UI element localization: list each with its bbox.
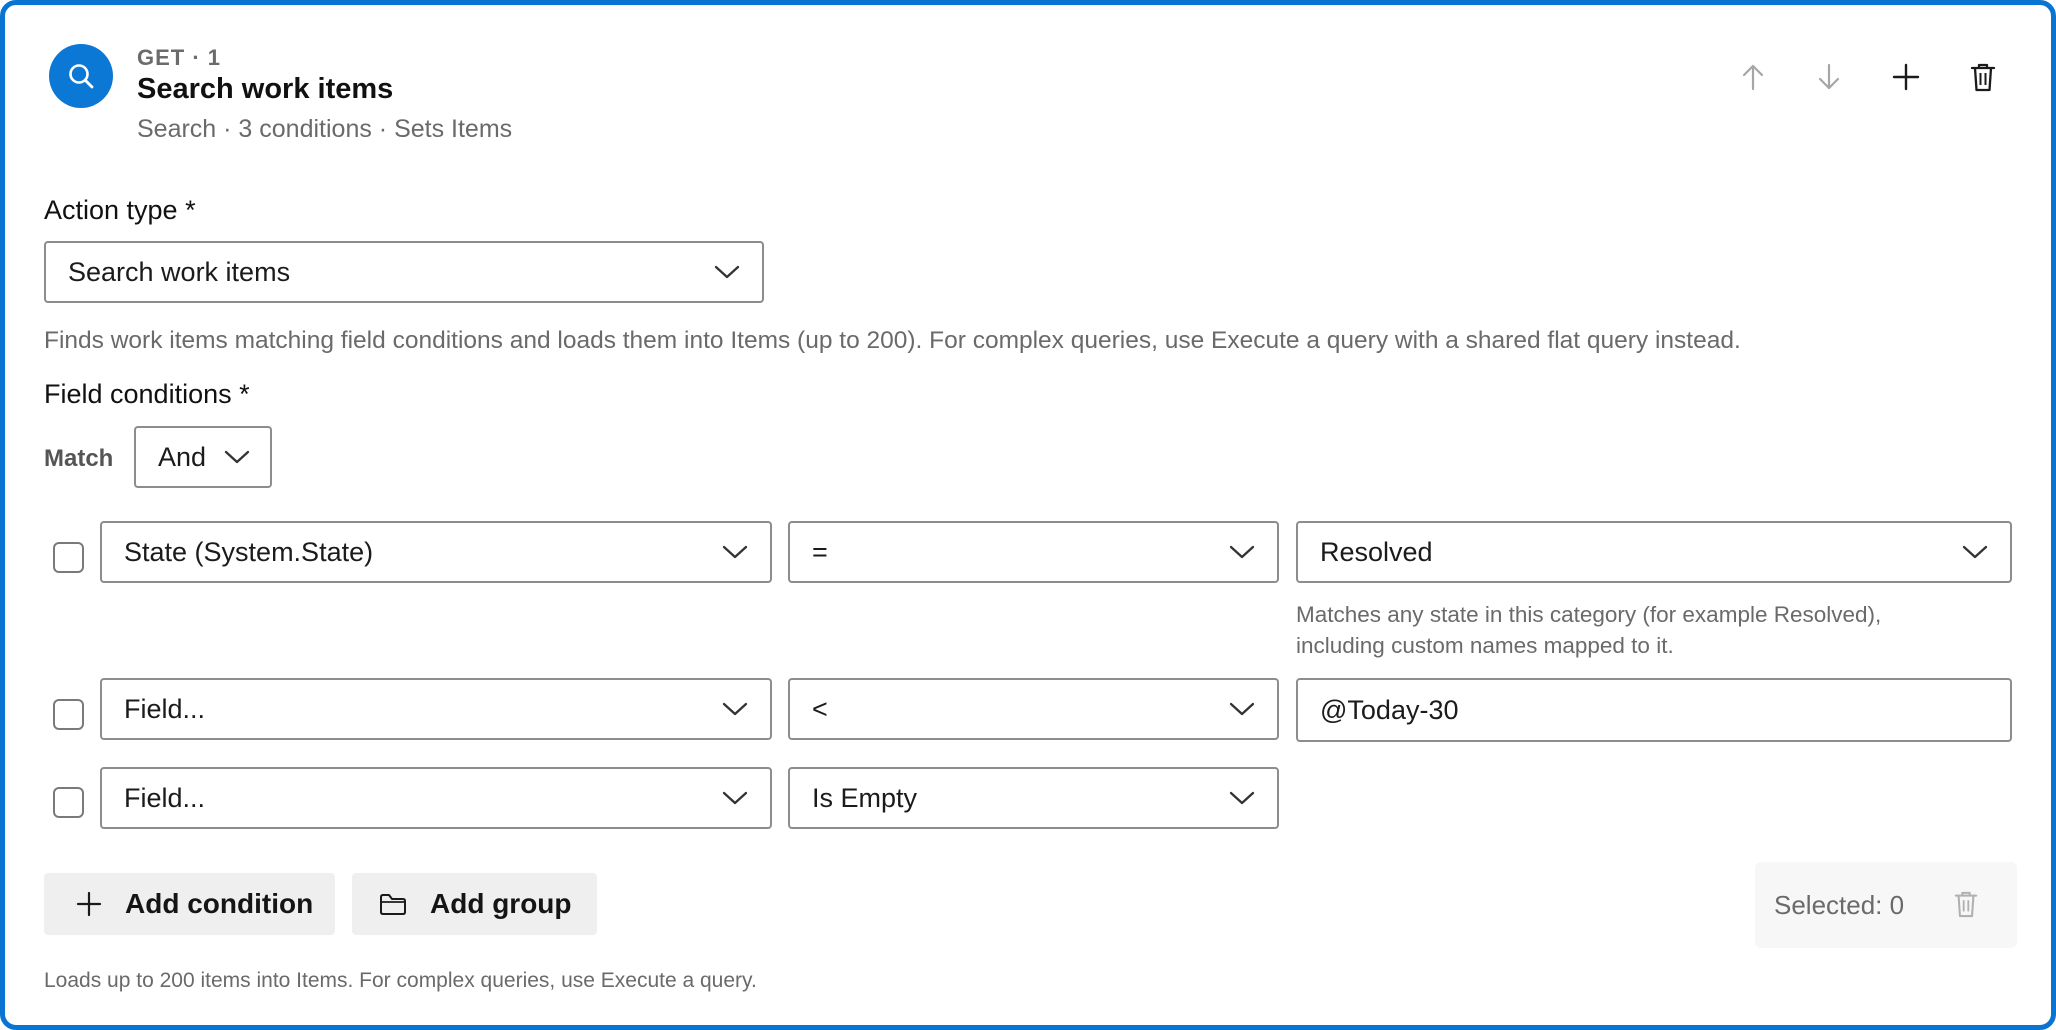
chevron-down-icon <box>1229 791 1255 805</box>
condition-field-value: Field... <box>124 782 206 813</box>
arrow-up-icon <box>1742 64 1764 91</box>
condition-field-value: State (System.State) <box>124 536 374 567</box>
add-condition-label: Add condition <box>125 888 314 919</box>
add-group-button[interactable]: Add group <box>352 873 597 935</box>
action-type-description: Finds work items matching field conditio… <box>44 327 1741 354</box>
condition-operator-select[interactable]: = <box>788 521 1279 583</box>
trash-icon <box>1954 891 1978 918</box>
condition-operator-select[interactable]: < <box>788 678 1279 740</box>
plus-icon <box>76 891 102 917</box>
condition-value-hint: Matches any state in this category (for … <box>1296 599 1881 661</box>
match-value: And <box>158 441 207 472</box>
move-down-button[interactable] <box>1807 55 1851 99</box>
condition-field-select[interactable]: State (System.State) <box>100 521 772 583</box>
match-label: Match <box>44 445 114 472</box>
chevron-down-icon <box>1229 545 1255 559</box>
condition-hint-line: Matches any state in this category (for … <box>1296 602 1882 627</box>
footer-note: Loads up to 200 items into Items. For co… <box>44 969 757 992</box>
selection-panel: Selected: 0 <box>1755 862 2017 948</box>
condition-field-select[interactable]: Field... <box>100 678 772 740</box>
condition-operator-value: Is Empty <box>812 782 918 813</box>
condition-value: Resolved <box>1320 536 1433 567</box>
match-select[interactable]: And <box>134 426 272 488</box>
condition-hint-line: including custom names mapped to it. <box>1296 633 1674 658</box>
chevron-down-icon <box>722 545 748 559</box>
condition-checkbox[interactable] <box>53 699 84 730</box>
chevron-down-icon <box>722 702 748 716</box>
step-title: Search work items <box>137 73 394 105</box>
step-subtitle: Search · 3 conditions · Sets Items <box>137 115 513 143</box>
add-step-button[interactable] <box>1884 55 1928 99</box>
chevron-down-icon <box>224 450 250 464</box>
delete-selected-button[interactable] <box>1949 887 1983 921</box>
selected-count: Selected: 0 <box>1774 890 1905 920</box>
action-type-select[interactable]: Search work items <box>44 241 764 303</box>
condition-field-value: Field... <box>124 693 206 724</box>
condition-operator-value: < <box>812 693 828 724</box>
trash-icon <box>1970 63 1996 92</box>
search-icon <box>49 44 113 108</box>
add-condition-button[interactable]: Add condition <box>44 873 335 935</box>
add-group-label: Add group <box>430 888 572 919</box>
condition-field-select[interactable]: Field... <box>100 767 772 829</box>
field-conditions-label: Field conditions * <box>44 379 250 409</box>
move-up-button[interactable] <box>1731 55 1775 99</box>
condition-operator-select[interactable]: Is Empty <box>788 767 1279 829</box>
action-type-value: Search work items <box>68 256 291 287</box>
action-card: GET · 1 Search work items Search · 3 con… <box>0 0 2056 1030</box>
plus-icon <box>1892 63 1920 91</box>
condition-operator-value: = <box>812 536 828 567</box>
condition-value-input[interactable]: @Today-30 <box>1296 678 2012 742</box>
chevron-down-icon <box>722 791 748 805</box>
chevron-down-icon <box>1229 702 1255 716</box>
chevron-down-icon <box>1962 545 1988 559</box>
condition-checkbox[interactable] <box>53 787 84 818</box>
action-type-label: Action type * <box>44 195 196 225</box>
condition-checkbox[interactable] <box>53 542 84 573</box>
chevron-down-icon <box>714 265 740 279</box>
condition-value-select[interactable]: Resolved <box>1296 521 2012 583</box>
arrow-down-icon <box>1818 63 1840 90</box>
step-eyebrow: GET · 1 <box>137 45 222 70</box>
delete-step-button[interactable] <box>1961 55 2005 99</box>
condition-value: @Today-30 <box>1320 694 1459 725</box>
folder-icon <box>380 894 406 915</box>
